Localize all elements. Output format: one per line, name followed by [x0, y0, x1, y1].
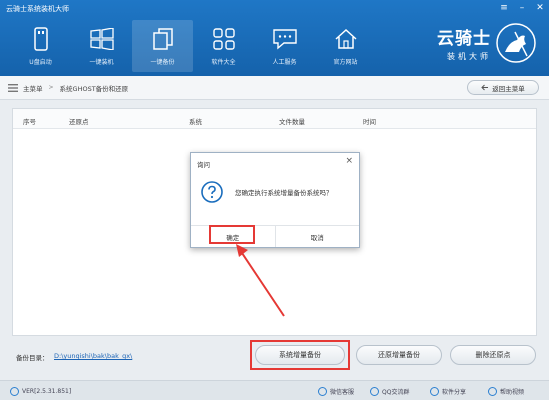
- list-icon: [8, 83, 18, 92]
- nav-official-site[interactable]: 官方网站: [315, 20, 376, 72]
- app-title: 云骑士系统装机大师: [6, 5, 69, 13]
- nav-label: 人工服务: [272, 59, 297, 66]
- restore-incremental-button[interactable]: 还原增量备份: [356, 345, 442, 365]
- dialog-title: 询问: [197, 161, 210, 169]
- software-share[interactable]: 软件分享: [430, 387, 466, 396]
- nav-usb-boot[interactable]: U盘启动: [10, 20, 71, 72]
- copy-backup-icon: [150, 26, 176, 52]
- main-nav: U盘启动 一键装机 一键备份 软件大全 人工服务 官方网站: [10, 20, 376, 72]
- column-file-count: 文件数量: [279, 118, 305, 126]
- nav-label: 官方网站: [333, 59, 358, 66]
- backup-dir-label: 备份目录：: [16, 354, 49, 362]
- minimize-icon[interactable]: –: [517, 2, 527, 14]
- qq-group-label: QQ交流群: [382, 389, 410, 396]
- chat-service-icon: [272, 26, 298, 52]
- windows-logo-icon: [89, 26, 115, 52]
- back-to-main-button[interactable]: 返回主菜单: [467, 80, 539, 95]
- wechat-service[interactable]: 微信客服: [318, 387, 354, 396]
- nav-one-click-backup[interactable]: 一键备份: [132, 20, 193, 72]
- version-info: VER[2.5.31.851]: [10, 387, 71, 396]
- wechat-service-label: 微信客服: [330, 389, 355, 396]
- back-arrow-icon: [481, 84, 489, 91]
- version-text: VER[2.5.31.851]: [22, 388, 72, 395]
- share-icon: [430, 387, 439, 396]
- version-icon: [10, 387, 19, 396]
- app-header: 云骑士系统装机大师 ≡ – ✕ U盘启动 一键装机 一键备份 软件大全 人工服务…: [0, 0, 549, 76]
- menu-icon[interactable]: ≡: [499, 2, 509, 14]
- backup-dir-link[interactable]: D:\yunqishi\bak\bak_gx\: [54, 352, 132, 360]
- qq-group[interactable]: QQ交流群: [370, 387, 409, 396]
- nav-one-click-install[interactable]: 一键装机: [71, 20, 132, 72]
- help-video-icon: [488, 387, 497, 396]
- nav-service[interactable]: 人工服务: [254, 20, 315, 72]
- delete-restore-point-button[interactable]: 删除还原点: [450, 345, 536, 365]
- knight-logo-icon: [496, 23, 536, 63]
- home-icon: [333, 26, 359, 52]
- column-time: 时间: [363, 118, 376, 126]
- apps-grid-icon: [211, 26, 237, 52]
- column-system: 系统: [189, 118, 202, 126]
- qq-icon: [370, 387, 379, 396]
- annotation-arrow-icon: [236, 244, 285, 317]
- close-icon[interactable]: ✕: [535, 2, 545, 14]
- breadcrumb-current: 系统GHOST备份和还原: [59, 84, 129, 93]
- wechat-icon: [318, 387, 327, 396]
- status-bar: VER[2.5.31.851] 微信客服 QQ交流群 软件分享 帮助视频: [0, 380, 549, 400]
- usb-drive-icon: [28, 26, 54, 52]
- table-header: 序号 还原点 系统 文件数量 时间: [13, 109, 536, 129]
- brand: 云骑士 装机大师: [437, 22, 537, 64]
- nav-label: 一键备份: [150, 59, 175, 66]
- breadcrumb: 主菜单 > 系统GHOST备份和还原 返回主菜单: [0, 76, 549, 100]
- nav-label: 软件大全: [211, 59, 236, 66]
- column-index: 序号: [23, 118, 36, 126]
- dialog-close-icon[interactable]: ×: [345, 156, 353, 166]
- brand-name: 云骑士: [437, 29, 491, 49]
- help-video[interactable]: 帮助视频: [488, 387, 524, 396]
- window-controls: ≡ – ✕: [499, 2, 545, 14]
- chevron-right-icon: >: [48, 84, 54, 91]
- backup-highlight-box: [250, 340, 350, 370]
- question-icon: [201, 181, 223, 203]
- nav-label: U盘启动: [29, 59, 52, 66]
- column-restore-point: 还原点: [69, 118, 89, 126]
- brand-subtitle: 装机大师: [447, 52, 491, 61]
- back-button-label: 返回主菜单: [492, 84, 525, 93]
- nav-software[interactable]: 软件大全: [193, 20, 254, 72]
- breadcrumb-home[interactable]: 主菜单: [23, 83, 43, 93]
- help-video-label: 帮助视频: [500, 389, 525, 396]
- dialog-message: 您确定执行系统增量备份系统吗？: [235, 189, 333, 197]
- software-share-label: 软件分享: [442, 389, 467, 396]
- nav-label: 一键装机: [89, 59, 114, 66]
